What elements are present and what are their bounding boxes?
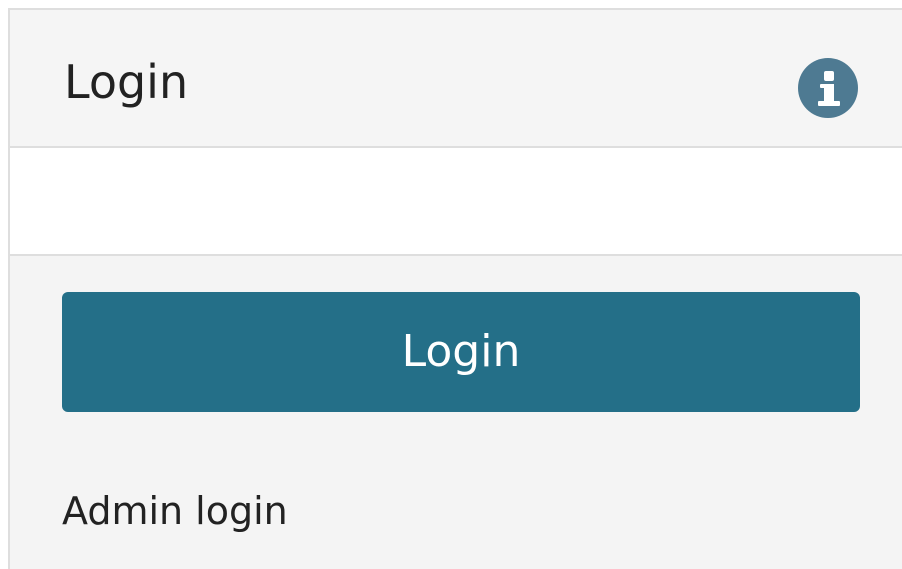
panel-body <box>10 148 902 256</box>
login-button[interactable]: Login <box>62 292 860 412</box>
panel-footer: Login Admin login <box>10 256 902 569</box>
login-panel: Login Login Admin login <box>8 8 902 569</box>
panel-header: Login <box>10 10 902 148</box>
info-icon[interactable] <box>798 58 858 118</box>
admin-login-link[interactable]: Admin login <box>62 486 288 536</box>
page-title: Login <box>64 55 189 109</box>
